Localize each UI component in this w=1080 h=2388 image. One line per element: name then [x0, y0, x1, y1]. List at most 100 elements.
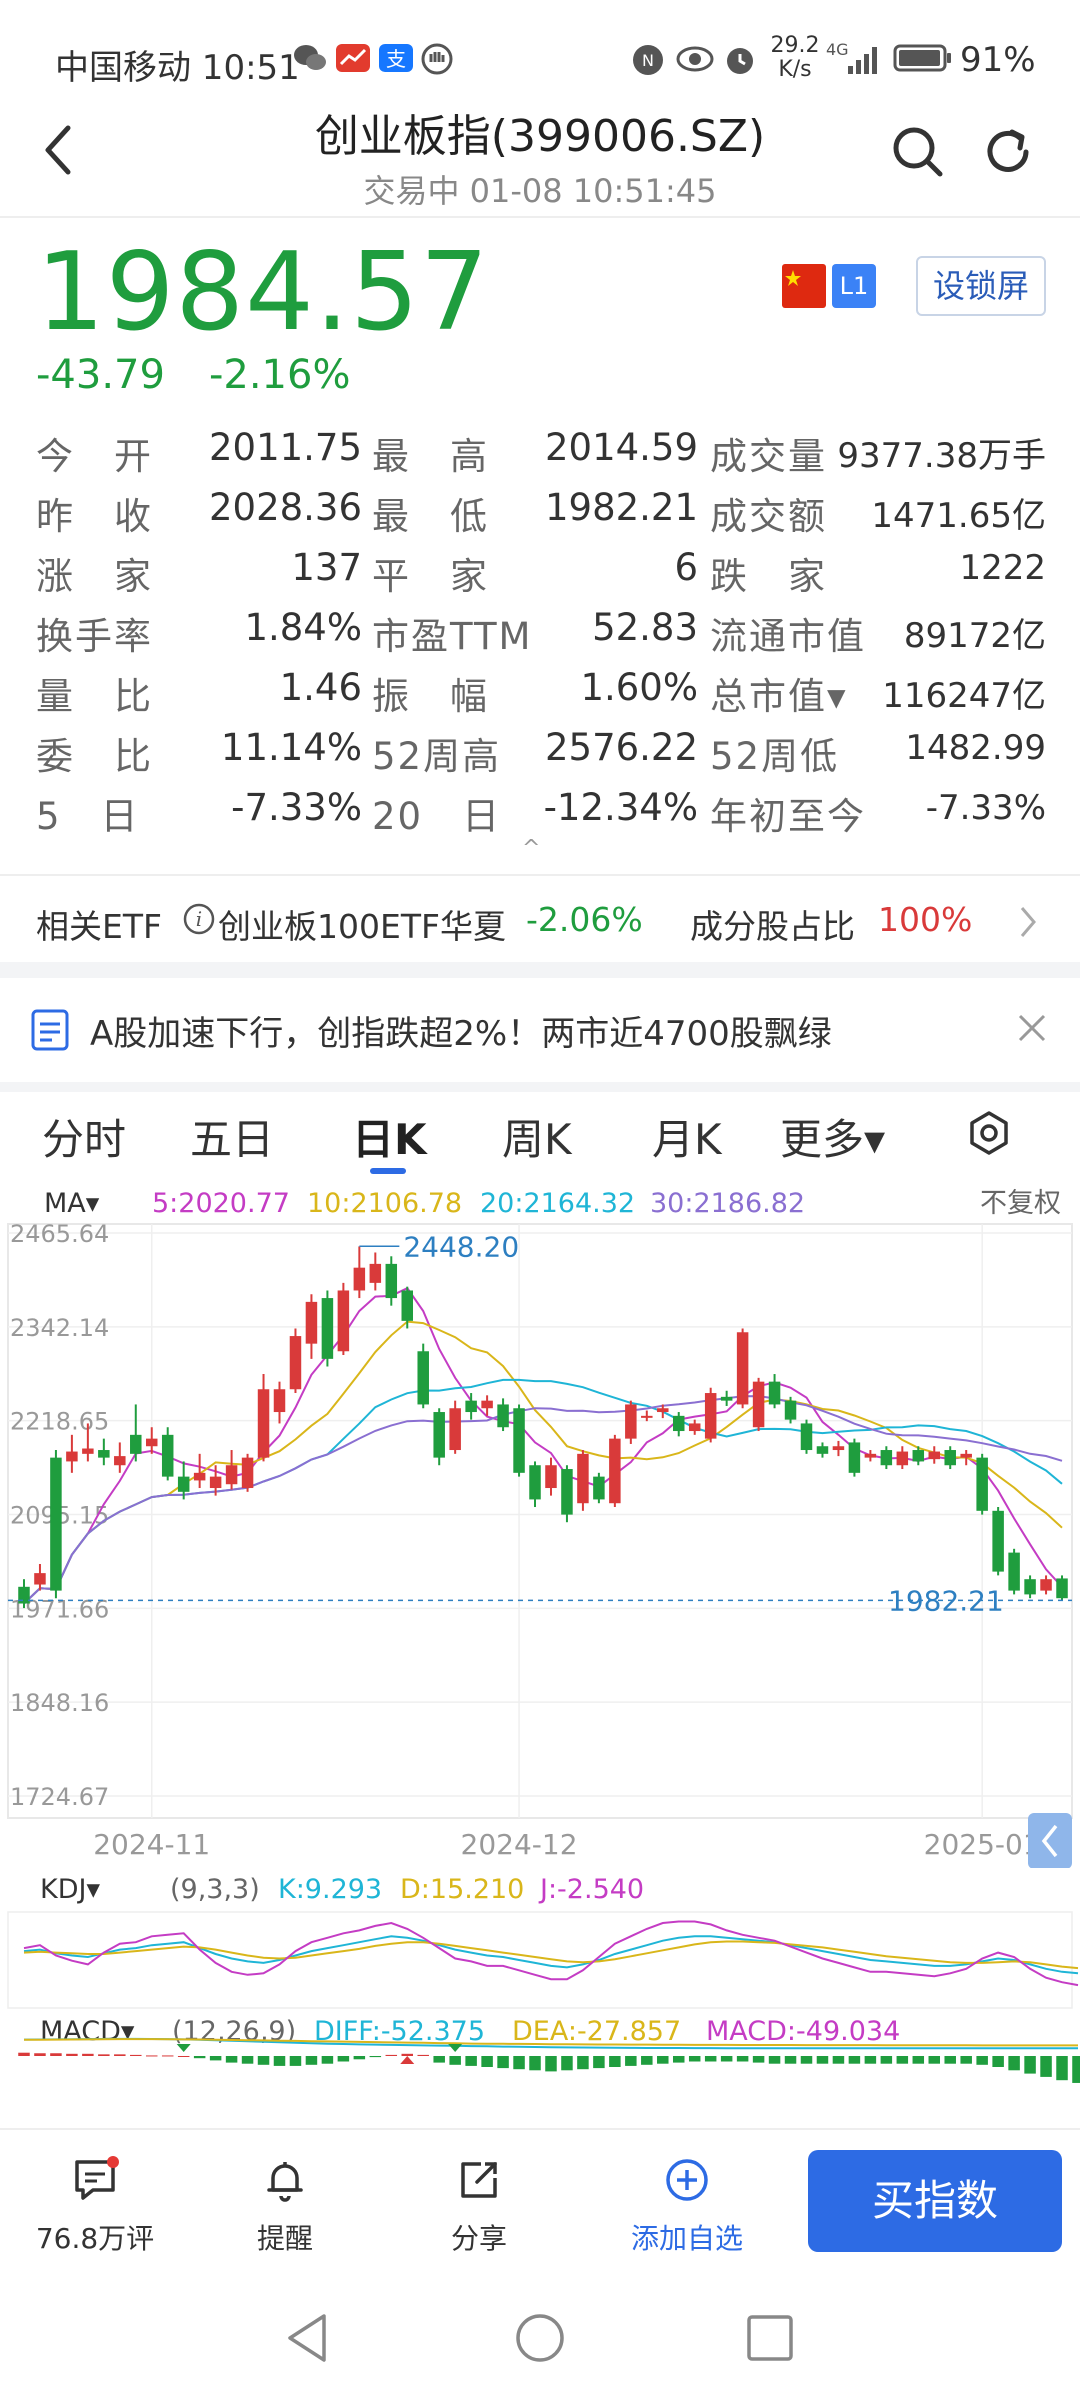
candle-body — [688, 1423, 701, 1432]
candle-body — [1008, 1552, 1020, 1591]
comments-count: 76.8万评 — [35, 2222, 155, 2255]
tab-4[interactable]: 月K — [652, 1106, 722, 1167]
stat-label: 总市值▾ — [710, 675, 848, 718]
stat-value: -7.33% — [231, 786, 362, 829]
macd-bar — [545, 2056, 557, 2072]
current-price: 1984.57 — [36, 230, 490, 355]
candle-body — [465, 1400, 477, 1413]
search-icon[interactable] — [888, 122, 948, 186]
remind-button[interactable]: 提醒 — [210, 2156, 360, 2257]
collapse-caret-icon[interactable]: ^ — [522, 836, 540, 861]
macd-bar — [561, 2056, 573, 2071]
china-flag-icon — [782, 264, 826, 312]
macd-bar — [481, 2056, 493, 2067]
macd-bar — [720, 2056, 733, 2062]
stat-cell: 总市值▾ 116247亿 — [710, 666, 1046, 726]
info-icon[interactable]: i — [182, 902, 216, 944]
related-etf-bar[interactable]: 相关ETF i 创业板100ETF华夏 -2.06% 成分股占比 100% — [0, 878, 1080, 964]
macd-toggle: MACD▾ — [40, 2016, 135, 2047]
stat-label: 最 低 — [372, 495, 489, 538]
stat-cell: 流通市值 89172亿 — [710, 606, 1046, 666]
market-flags[interactable]: L1 — [772, 260, 892, 314]
stats-grid: 今 开 2011.75 最 高 2014.59 成交量 9377.38万手昨 收 2028.… — [36, 426, 1046, 861]
settings-icon[interactable] — [966, 1110, 1012, 1160]
share-button[interactable]: 分享 — [404, 2156, 554, 2257]
battery-percent: 91% — [960, 40, 1036, 80]
stat-cell: 涨 家 137 — [36, 546, 362, 606]
level-badge: L1 — [832, 264, 876, 308]
candle-body — [593, 1476, 605, 1500]
candle-body — [82, 1448, 94, 1454]
lock-screen-button[interactable]: 设锁屏 — [916, 256, 1046, 316]
candle-body — [720, 1396, 733, 1401]
stats-divider — [0, 874, 1080, 876]
candle-body — [976, 1457, 988, 1511]
stat-label: 成交额 — [710, 495, 827, 538]
buy-index-button[interactable]: 买指数 — [808, 2150, 1062, 2252]
candle-body — [545, 1465, 557, 1489]
macd-bar — [82, 2053, 94, 2056]
refresh-icon[interactable] — [978, 122, 1038, 186]
etf-name[interactable]: 创业板100ETF华夏 — [218, 900, 506, 948]
tab-1[interactable]: 五日 — [190, 1106, 274, 1167]
macd-bar — [257, 2056, 270, 2065]
tab-3[interactable]: 周K — [502, 1106, 572, 1167]
chart-tabs: 分时 五日 日K 周K 月K 更多▾ — [0, 1090, 1080, 1180]
tab-2[interactable]: 日K — [352, 1106, 427, 1167]
stat-cell: 5 日 -7.33% — [36, 786, 362, 846]
back-icon[interactable] — [38, 120, 78, 184]
stat-value: 1471.65亿 — [871, 496, 1046, 536]
candle-body — [449, 1408, 461, 1451]
nav-home-icon[interactable] — [512, 2310, 568, 2370]
candle-body — [513, 1408, 525, 1473]
macd-bar — [225, 2056, 238, 2063]
stat-label: 5 日 — [36, 795, 140, 838]
change-percent: -2.16% — [208, 352, 351, 398]
macd-bar — [353, 2056, 366, 2060]
candle-body — [273, 1389, 286, 1413]
macd-bar — [593, 2056, 605, 2069]
kdj-line — [23, 1920, 1079, 1987]
stat-value: 137 — [291, 546, 362, 589]
macd-bar — [497, 2056, 509, 2069]
candle-body — [497, 1404, 509, 1428]
news-headline[interactable]: A股加速下行，创指跌超2%！两市近4700股飘绿 — [90, 1006, 832, 1055]
macd-bar — [800, 2056, 813, 2064]
candle-body — [1024, 1579, 1036, 1595]
chart-area[interactable]: MA▾ 5:2020.77 10:2106.78 20:2164.32 30:2186.… — [0, 1178, 1080, 2130]
stat-value: -12.34% — [543, 786, 698, 829]
candle-body — [1056, 1578, 1068, 1599]
x-tick-label: 2025-01 — [924, 1828, 1041, 1861]
macd-bar — [577, 2056, 589, 2070]
macd-bar — [992, 2056, 1004, 2067]
macd-bar — [177, 2056, 190, 2057]
stat-value: 2011.75 — [208, 426, 362, 469]
stat-value: 2014.59 — [544, 426, 698, 469]
stat-label: 量 比 — [36, 675, 153, 718]
add-watchlist-button[interactable]: 添加自选 — [612, 2156, 762, 2257]
adjust-toggle: 不复权 — [980, 1188, 1061, 1219]
nav-back-icon[interactable] — [282, 2310, 332, 2370]
chevron-right-icon[interactable] — [1016, 902, 1040, 950]
news-banner[interactable]: A股加速下行，创指跌超2%！两市近4700股飘绿 — [0, 980, 1080, 1080]
tab-0[interactable]: 分时 — [42, 1106, 126, 1167]
macd-bar — [273, 2056, 286, 2066]
nav-recents-icon[interactable] — [744, 2312, 796, 2368]
kdj-legend-item: D:15.210 — [400, 1874, 524, 1905]
macd-bar — [1040, 2056, 1052, 2077]
golden-cross-marker — [400, 2056, 415, 2064]
candle-body — [66, 1451, 78, 1462]
candle-body — [241, 1457, 254, 1489]
ma-toggle: MA▾ — [44, 1188, 100, 1219]
close-icon[interactable] — [1014, 1010, 1050, 1055]
candle-body — [784, 1400, 797, 1420]
kdj-toggle: KDJ▾ — [40, 1874, 100, 1905]
side-panel-tab[interactable] — [1028, 1813, 1072, 1869]
stat-label: 流通市值 — [710, 615, 866, 658]
macd-bar — [34, 2053, 46, 2056]
comments-button[interactable]: 76.8万评 — [20, 2156, 170, 2257]
stat-cell: 年初至今 -7.33% — [710, 786, 1046, 846]
price-change: -43.79 -2.16% — [36, 352, 350, 398]
tab-5[interactable]: 更多▾ — [780, 1106, 885, 1167]
stats-row: 委 比 11.14% 52周高 2576.22 52周低 1482.99 — [36, 726, 1046, 786]
